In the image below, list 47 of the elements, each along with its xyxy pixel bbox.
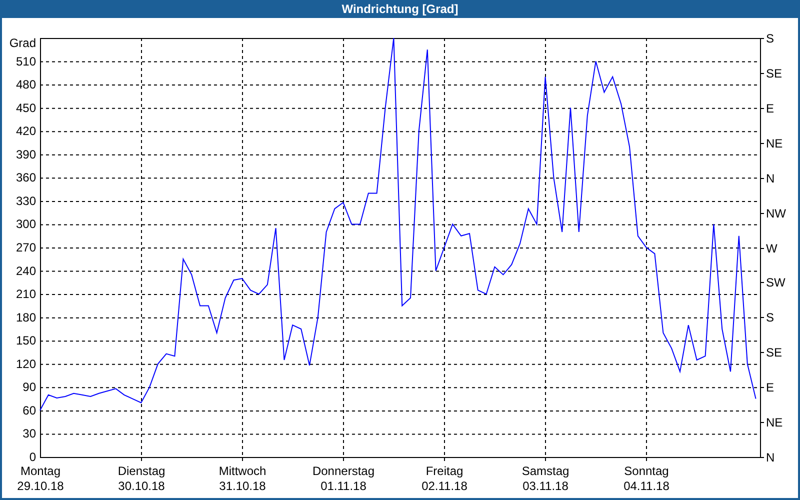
x-tick-label: Montag bbox=[20, 464, 61, 478]
direction-label: SE bbox=[766, 346, 782, 360]
direction-label: S bbox=[766, 32, 774, 46]
date-label: 31.10.18 bbox=[219, 479, 266, 493]
date-label: 29.10.18 bbox=[17, 479, 64, 493]
date-label: 01.11.18 bbox=[320, 479, 366, 493]
direction-label: W bbox=[766, 242, 778, 256]
y-tick-label: 360 bbox=[16, 170, 36, 185]
y-tick-label: 390 bbox=[16, 147, 36, 162]
direction-label: NW bbox=[766, 206, 786, 220]
y-axis-unit: Grad bbox=[9, 36, 36, 50]
direction-label: E bbox=[766, 380, 774, 394]
x-tick-label: Samstag bbox=[522, 464, 570, 478]
x-tick-label: Freitag bbox=[426, 464, 464, 478]
direction-label: SE bbox=[766, 66, 782, 80]
direction-label: N bbox=[766, 450, 775, 464]
y-tick-label: 0 bbox=[29, 450, 36, 464]
direction-label: NE bbox=[766, 136, 783, 150]
y-tick-label: 150 bbox=[16, 334, 36, 348]
date-label: 03.11.18 bbox=[522, 479, 568, 493]
date-label: 30.10.18 bbox=[118, 479, 165, 493]
y-tick-label: 30 bbox=[22, 426, 36, 441]
y-tick-label: 330 bbox=[16, 194, 36, 208]
y-tick-label: 90 bbox=[22, 380, 36, 394]
direction-label: S bbox=[766, 310, 774, 324]
y-tick-label: 450 bbox=[16, 100, 36, 115]
y-tick-label: 300 bbox=[16, 217, 36, 232]
date-label: 02.11.18 bbox=[422, 479, 468, 493]
date-label: 04.11.18 bbox=[624, 479, 670, 493]
y-tick-label: 60 bbox=[22, 403, 36, 418]
y-tick-label: 210 bbox=[16, 287, 36, 302]
x-tick-label: Sonntag bbox=[624, 464, 669, 478]
direction-label: N bbox=[766, 172, 775, 186]
y-tick-label: 270 bbox=[16, 240, 36, 254]
direction-label: SW bbox=[766, 276, 786, 290]
x-tick-label: Donnerstag bbox=[312, 464, 375, 478]
x-tick-label: Dienstag bbox=[118, 464, 166, 478]
window-title: Windrichtung [Grad] bbox=[340, 2, 460, 16]
y-tick-label: 180 bbox=[16, 310, 36, 324]
y-tick-label: 510 bbox=[16, 54, 36, 68]
y-tick-label: 240 bbox=[16, 264, 36, 278]
direction-label: E bbox=[766, 102, 774, 116]
direction-label: NE bbox=[766, 416, 783, 430]
y-tick-label: 480 bbox=[16, 78, 36, 92]
x-tick-label: Mittwoch bbox=[218, 464, 266, 478]
y-tick-label: 120 bbox=[16, 356, 36, 371]
y-tick-label: 420 bbox=[16, 124, 36, 138]
